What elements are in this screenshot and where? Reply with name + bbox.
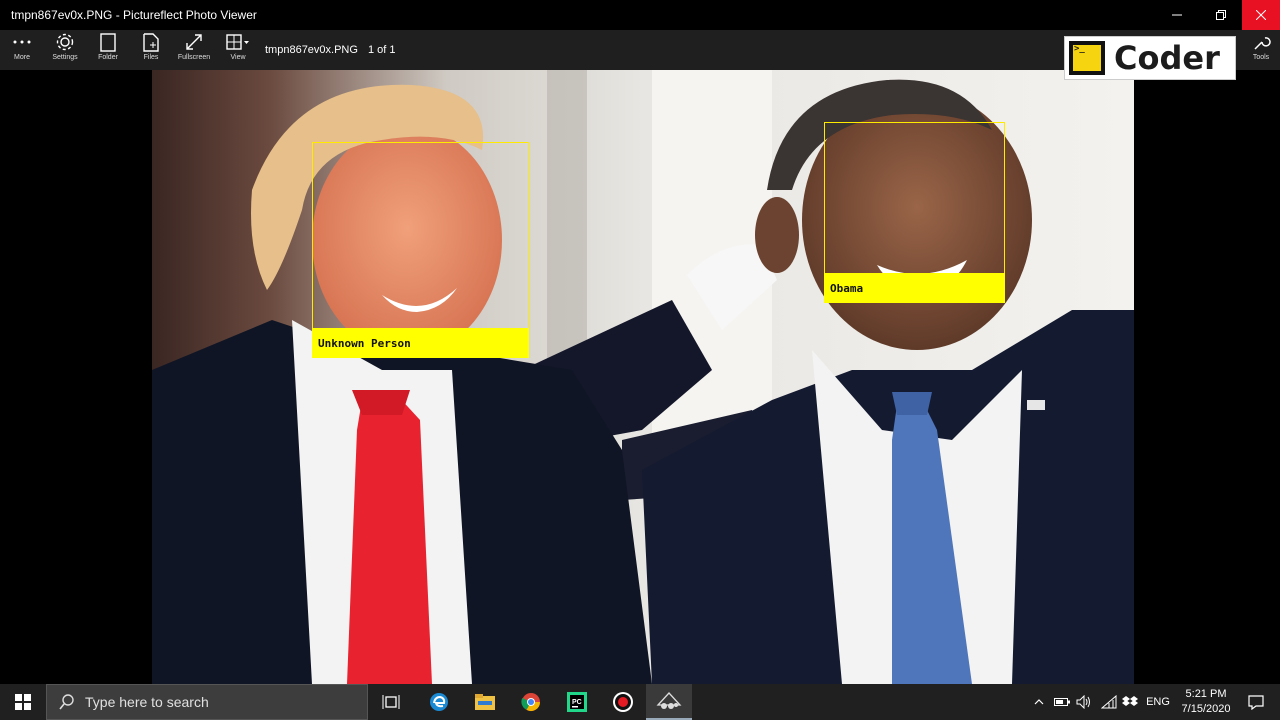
notification-icon	[1248, 694, 1264, 710]
close-icon	[1256, 10, 1266, 20]
folder-icon	[100, 33, 116, 52]
files-icon	[143, 33, 159, 52]
more-icon	[13, 40, 31, 44]
search-placeholder: Type here to search	[85, 694, 209, 710]
window-title: tmpn867ev0x.PNG - Pictureflect Photo Vie…	[11, 8, 257, 22]
more-label: More	[14, 54, 30, 61]
face-box-obama	[824, 122, 1005, 274]
files-button[interactable]: Files	[129, 30, 173, 70]
show-hidden-icons-button[interactable]	[1030, 684, 1048, 720]
svg-text:PC: PC	[572, 699, 582, 706]
minimize-icon	[1172, 14, 1182, 16]
task-view-button[interactable]	[368, 684, 414, 720]
terminal-icon: >_	[1069, 41, 1105, 75]
battery-icon	[1054, 698, 1070, 706]
pycharm-icon: PC	[567, 692, 587, 712]
language-label: ENG	[1146, 696, 1170, 708]
windows-logo-icon	[15, 694, 31, 710]
task-view-icon	[382, 695, 400, 709]
taskbar-search[interactable]: Type here to search	[46, 684, 368, 720]
gear-icon	[56, 33, 74, 51]
restore-icon	[1216, 10, 1226, 20]
taskbar-clock[interactable]: 5:21 PM 7/15/2020	[1176, 687, 1236, 717]
fullscreen-icon	[186, 34, 202, 50]
files-label: Files	[143, 54, 159, 61]
battery-button[interactable]	[1052, 684, 1072, 720]
folder-button[interactable]: Folder	[86, 30, 130, 70]
search-icon	[59, 694, 74, 710]
record-button[interactable]	[600, 684, 646, 720]
photo-viewer-button[interactable]	[646, 684, 692, 720]
wifi-icon	[1101, 695, 1117, 709]
tools-button[interactable]: Tools	[1242, 30, 1280, 70]
fullscreen-label: Fullscreen	[177, 54, 211, 61]
close-button[interactable]	[1242, 0, 1280, 30]
logo-prompt: >_	[1074, 44, 1085, 54]
clock-time: 5:21 PM	[1185, 688, 1227, 700]
dropbox-icon	[1122, 696, 1138, 706]
photo-viewer-icon	[656, 692, 682, 709]
settings-button[interactable]: Settings	[43, 30, 87, 70]
file-explorer-button[interactable]	[462, 684, 508, 720]
fullscreen-button[interactable]: Fullscreen	[172, 30, 216, 70]
chrome-button[interactable]	[508, 684, 554, 720]
coder-logo: >_ Coder	[1064, 36, 1236, 80]
network-button[interactable]	[1098, 684, 1120, 720]
photo-image: Unknown Person Obama	[152, 70, 1134, 684]
pycharm-button[interactable]: PC	[554, 684, 600, 720]
chrome-icon	[521, 693, 540, 712]
folder-label: Folder	[98, 54, 118, 61]
notifications-button[interactable]	[1240, 684, 1272, 720]
settings-label: Settings	[52, 54, 78, 61]
taskbar: Type here to search PC ENG 5:21 PM 7/15/…	[0, 684, 1280, 720]
edge-icon	[430, 693, 448, 711]
face-label-unknown: Unknown Person	[312, 328, 529, 358]
more-button[interactable]: More	[0, 30, 44, 70]
title-bar: tmpn867ev0x.PNG - Pictureflect Photo Vie…	[0, 0, 1280, 30]
dropbox-button[interactable]	[1120, 684, 1140, 720]
file-explorer-icon	[475, 694, 495, 710]
face-label-obama: Obama	[824, 273, 1005, 303]
page-count: 1 of 1	[368, 44, 396, 56]
view-grid-icon	[226, 34, 249, 50]
minimize-button[interactable]	[1154, 0, 1200, 30]
file-name: tmpn867ev0x.PNG	[265, 44, 358, 56]
tools-label: Tools	[1252, 54, 1270, 61]
restore-button[interactable]	[1198, 0, 1244, 30]
photo-viewer-window: tmpn867ev0x.PNG - Pictureflect Photo Vie…	[0, 0, 1280, 684]
edge-button[interactable]	[416, 684, 462, 720]
chevron-up-icon	[1034, 699, 1044, 705]
language-indicator[interactable]: ENG	[1142, 684, 1174, 720]
logo-word: Coder	[1114, 39, 1220, 77]
record-icon	[613, 692, 633, 712]
start-button[interactable]	[0, 684, 46, 720]
view-button[interactable]: View	[216, 30, 260, 70]
wrench-icon	[1254, 37, 1271, 50]
volume-icon	[1076, 695, 1090, 709]
view-label: View	[230, 54, 246, 61]
face-box-unknown	[312, 142, 529, 329]
clock-date: 7/15/2020	[1181, 703, 1231, 715]
volume-button[interactable]	[1074, 684, 1094, 720]
